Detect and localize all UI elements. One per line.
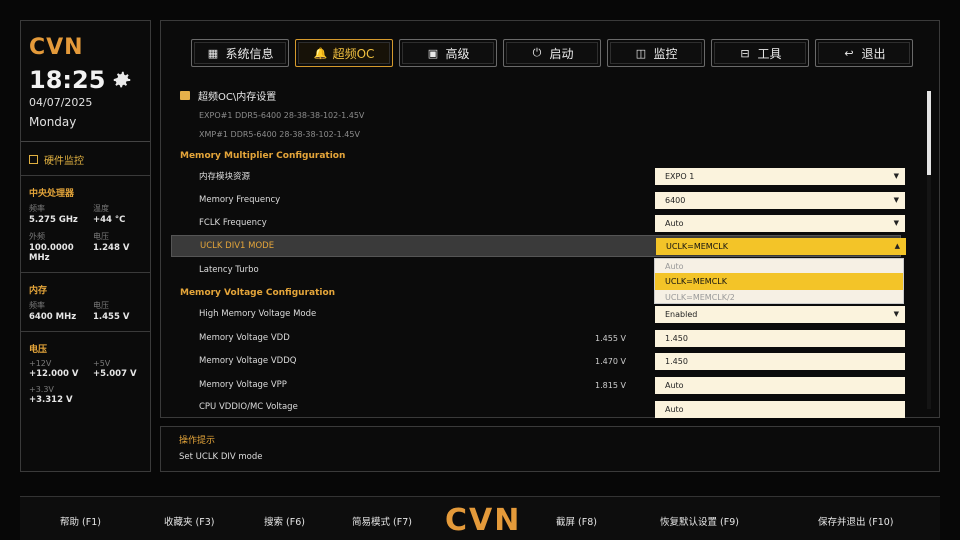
caret-down-icon: ▼ [893,309,899,318]
grid-icon: ▦ [207,46,219,60]
uclk-div1-mode-select[interactable]: UCLK=MEMCLK ▲ [656,237,906,255]
bell-icon: 🔔 [313,46,328,60]
setting-row-module-source[interactable]: 内存模块资源 EXPO 1 ▼ [171,165,905,187]
caret-down-icon: ▼ [893,218,899,227]
monitor-small-icon [29,155,38,164]
clock-date: 04/07/2025 [29,96,93,109]
scrollbar[interactable] [927,91,931,409]
voltage-section-title: 电压 [29,345,48,355]
module-source-select[interactable]: EXPO 1 ▼ [655,167,905,185]
caret-up-icon: ▲ [894,241,900,250]
help-title: 操作提示 [179,436,216,446]
voltage-stats: +12V +5V +12.000 V +5.007 V +3.3V +3.312 V [29,359,142,410]
tab-tools[interactable]: ⊟ 工具 [711,39,809,67]
scroll-thumb[interactable] [927,91,931,175]
bottom-bar: 帮助 (F1) 收藏夹 (F3) 搜索 (F6) 简易模式 (F7) CVN 截… [20,496,940,540]
cpu-bclk: 100.0000 MHz [29,243,74,263]
voltage-3v3: +3.312 V [29,395,73,405]
caret-down-icon: ▼ [893,195,899,204]
tab-boot[interactable]: ⏻ 启动 [503,39,601,67]
setting-row-memory-voltage-vdd[interactable]: Memory Voltage VDD 1.455 V 1.450 [171,327,905,349]
uclk-mode-dropdown: Auto UCLK=MEMCLK UCLK=MEMCLK/2 [654,258,904,304]
clock-day: Monday [29,115,77,129]
expo-profile-info: EXPO#1 DDR5-6400 28-38-38-102-1.45V [199,111,365,120]
setting-row-cpu-vddio-mc-voltage[interactable]: CPU VDDIO/MC Voltage Auto [171,396,905,418]
fclk-frequency-select[interactable]: Auto ▼ [655,214,905,232]
top-tabs: ▦ 系统信息 🔔 超频OC ▣ 高级 ⏻ 启动 ◫ 监控 ⊟ 工具 ↩ 退出 [191,39,913,67]
xmp-profile-info: XMP#1 DDR5-6400 28-38-38-102-1.45V [199,130,360,139]
section-multiplier-title: Memory Multiplier Configuration [180,151,346,161]
section-voltage-title: Memory Voltage Configuration [180,288,336,298]
power-icon: ⏻ [532,46,542,59]
hw-monitor-title: 硬件监控 [29,152,142,167]
high-memory-voltage-mode-select[interactable]: Enabled ▼ [655,305,905,323]
setting-row-memory-voltage-vddq[interactable]: Memory Voltage VDDQ 1.470 V 1.450 [171,350,905,372]
vdd-reading: 1.455 V [595,333,626,343]
voltage-12v: +12.000 V [29,369,79,379]
memory-frequency-select[interactable]: 6400 ▼ [655,191,905,209]
folder-icon [180,91,190,100]
help-text: Set UCLK DIV mode [179,452,263,462]
dropdown-option-auto[interactable]: Auto [655,259,903,273]
cpu-voltage: 1.248 V [93,243,130,253]
dropdown-option-uclk-memclk[interactable]: UCLK=MEMCLK [655,273,903,290]
setting-row-memory-frequency[interactable]: Memory Frequency 6400 ▼ [171,189,905,211]
back-arrow-icon: ↩ [844,46,854,60]
monitor-icon: ◫ [635,46,647,60]
clock-time: 18:25 [29,66,106,94]
briefcase-icon: ▣ [427,46,439,60]
cpu-section-title: 中央处理器 [29,189,75,199]
favorites-f3-button[interactable]: 收藏夹 (F3) [164,514,214,528]
memory-voltage-vddq-input[interactable]: 1.450 [655,352,905,370]
memory-frequency: 6400 MHz [29,312,77,322]
load-defaults-f9-button[interactable]: 恢复默认设置 (F9) [660,514,739,528]
breadcrumb: 超频OC\内存设置 [180,88,276,103]
tab-exit[interactable]: ↩ 退出 [815,39,913,67]
caret-down-icon: ▼ [893,171,899,180]
memory-voltage-vpp-input[interactable]: Auto [655,376,905,394]
screenshot-f8-button[interactable]: 截屏 (F8) [556,514,597,528]
setting-row-high-memory-voltage-mode[interactable]: High Memory Voltage Mode Enabled ▼ [171,303,905,325]
vddq-reading: 1.470 V [595,356,626,366]
help-panel: 操作提示 Set UCLK DIV mode [160,426,940,472]
voltage-5v: +5.007 V [93,369,137,379]
cpu-frequency: 5.275 GHz [29,215,78,225]
memory-stats: 频率 电压 6400 MHz 1.455 V [29,300,142,327]
memory-voltage: 1.455 V [93,312,130,322]
setting-row-uclk-div1-mode[interactable]: UCLK DIV1 MODE UCLK=MEMCLK ▲ [171,235,906,257]
memory-section-title: 内存 [29,286,48,296]
vpp-reading: 1.815 V [595,380,626,390]
tab-monitor[interactable]: ◫ 监控 [607,39,705,67]
memory-voltage-vdd-input[interactable]: 1.450 [655,329,905,347]
dropdown-option-uclk-memclk-half[interactable]: UCLK=MEMCLK/2 [655,290,903,304]
cpu-vddio-mc-voltage-input[interactable]: Auto [655,401,905,418]
tab-system-info[interactable]: ▦ 系统信息 [191,39,289,67]
setting-row-memory-voltage-vpp[interactable]: Memory Voltage VPP 1.815 V Auto [171,374,905,396]
cpu-temperature: +44 °C [93,215,126,225]
setting-row-fclk-frequency[interactable]: FCLK Frequency Auto ▼ [171,212,905,234]
main-panel: ▦ 系统信息 🔔 超频OC ▣ 高级 ⏻ 启动 ◫ 监控 ⊟ 工具 ↩ 退出 超频OC\内存设… [160,20,940,418]
gear-icon[interactable] [111,69,133,91]
brand-logo: CVN [29,35,84,60]
tab-overclock[interactable]: 🔔 超频OC [295,39,393,67]
toolbox-icon: ⊟ [740,46,750,60]
bottom-brand-logo: CVN [445,503,522,538]
save-exit-f10-button[interactable]: 保存并退出 (F10) [818,514,894,528]
cpu-stats: 频率 温度 5.275 GHz +44 °C 外频 电压 100.0000 MHz 1.… [29,203,142,268]
easy-mode-f7-button[interactable]: 简易模式 (F7) [352,514,412,528]
search-f6-button[interactable]: 搜索 (F6) [264,514,305,528]
left-panel: CVN 18:25 04/07/2025 Monday 硬件监控 中央处理器 频… [20,20,151,472]
tab-advanced[interactable]: ▣ 高级 [399,39,497,67]
help-f1-button[interactable]: 帮助 (F1) [60,514,101,528]
